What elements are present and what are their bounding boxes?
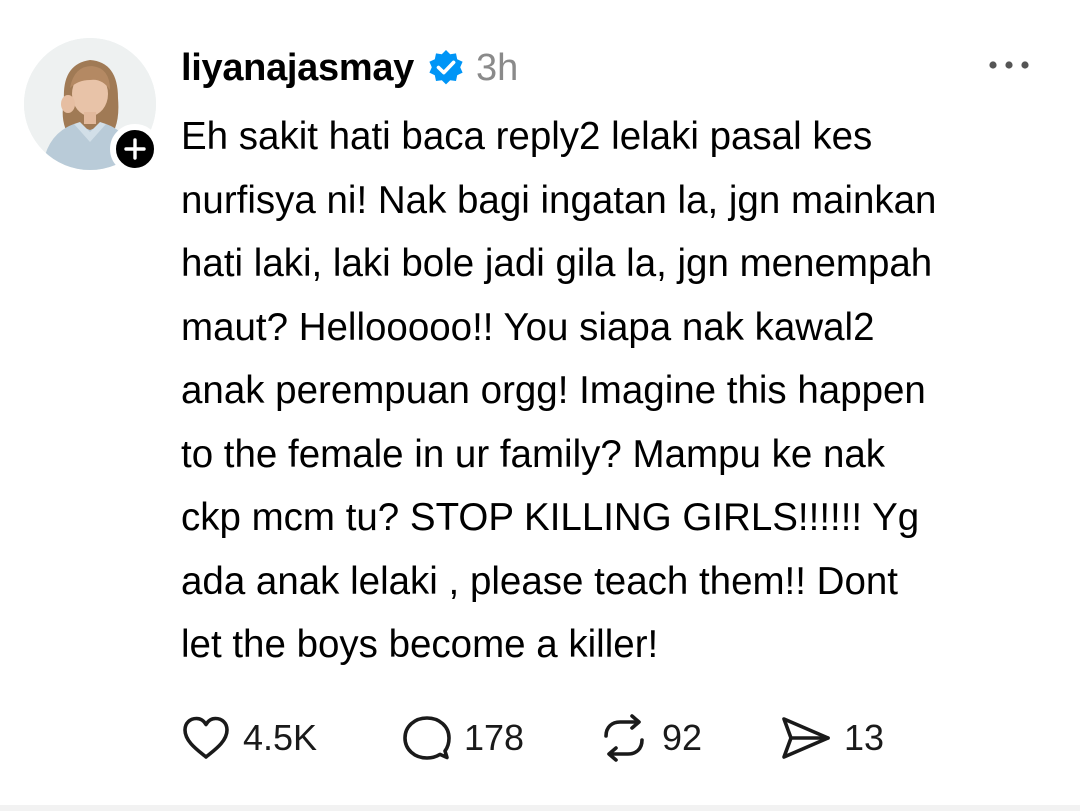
verified-badge-icon xyxy=(426,48,466,88)
post-body-line: nurfisya ni! Nak bagi ingatan la, jgn ma… xyxy=(181,178,937,222)
repost-icon xyxy=(604,714,644,762)
more-options-button[interactable] xyxy=(984,50,1034,80)
post-body-line: hati laki, laki bole jadi gila la, jgn m… xyxy=(181,242,933,285)
share-button[interactable]: 13 xyxy=(780,710,884,766)
thread-post: liyanajasmay 3h Eh sakit hati baca reply… xyxy=(0,0,1080,811)
post-body-line: ckp mcm tu? STOP KILLING GIRLS!!!!!! Yg xyxy=(181,496,920,539)
avatar-container[interactable] xyxy=(24,38,160,174)
repost-count: 92 xyxy=(662,717,703,758)
post-body-line: to the female in ur family? Mampu ke nak xyxy=(181,432,886,476)
action-bar: 4.5K 178 92 13 xyxy=(0,710,1080,766)
post-body-line: let the boys become a killer! xyxy=(181,623,659,666)
divider xyxy=(0,805,1080,811)
post-body-line: anak perempuan orgg! Imagine this happen xyxy=(181,369,926,412)
plus-icon xyxy=(124,138,146,160)
like-button[interactable]: 4.5K xyxy=(181,710,317,766)
post-body-line: maut? Hellooooo!! You siapa nak kawal2 xyxy=(181,305,875,349)
reply-button[interactable]: 178 xyxy=(402,710,524,766)
reply-count: 178 xyxy=(464,717,525,758)
send-icon xyxy=(782,717,830,759)
follow-button[interactable] xyxy=(110,124,160,174)
post-header: liyanajasmay 3h xyxy=(181,40,518,96)
timestamp[interactable]: 3h xyxy=(476,47,518,90)
post-body: Eh sakit hati baca reply2 lelaki pasal k… xyxy=(181,105,1056,677)
username[interactable]: liyanajasmay xyxy=(181,47,414,90)
more-horizontal-icon xyxy=(989,61,1029,69)
post-body-line: ada anak lelaki , please teach them!! Do… xyxy=(181,559,898,603)
share-count: 13 xyxy=(844,717,885,758)
comment-bubble-icon xyxy=(403,716,451,760)
repost-button[interactable]: 92 xyxy=(598,710,702,766)
post-body-line: Eh sakit hati baca reply2 lelaki pasal k… xyxy=(181,115,873,158)
heart-icon xyxy=(183,716,229,759)
like-count: 4.5K xyxy=(243,717,318,758)
